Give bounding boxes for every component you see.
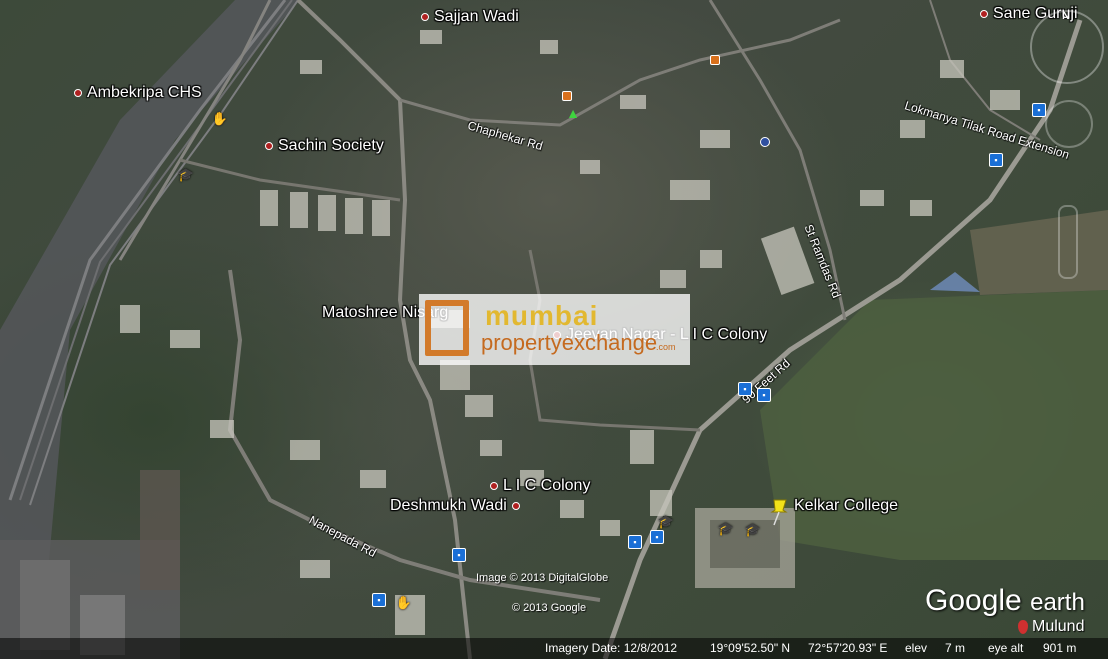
eye-alt-label: eye alt (988, 641, 1024, 655)
education-icon[interactable]: 🎓 (658, 514, 674, 529)
latitude-readout: 19°09'52.50" N (710, 641, 791, 655)
bus-stop-icon[interactable]: ▪ (1032, 103, 1046, 117)
bus-stop-icon[interactable]: ▪ (372, 593, 386, 607)
compass-north-label: N (1062, 10, 1070, 22)
bus-stop-icon[interactable]: ▪ (628, 535, 642, 549)
eye-alt-value: 901 m (1043, 641, 1077, 655)
google-earth-logo: Google earth (925, 584, 1085, 617)
bus-stop-icon[interactable]: ▪ (650, 530, 664, 544)
place-sajjan-wadi[interactable]: Sajjan Wadi (421, 8, 519, 26)
worship-icon[interactable] (760, 137, 770, 147)
place-marker-icon (980, 10, 988, 18)
location-marker-icon (1018, 620, 1028, 634)
bus-stop-icon[interactable]: ▪ (738, 382, 752, 396)
place-kelkar-college[interactable]: Kelkar College (794, 497, 898, 515)
imagery-date: Imagery Date: 12/8/2012 (545, 641, 678, 655)
location-mulund[interactable]: Mulund (1018, 618, 1084, 636)
logo-word-mumbai: mumbai (485, 300, 599, 331)
zoom-slider[interactable] (1058, 205, 1078, 279)
imagery-copyright: Image © 2013 DigitalGlobe (476, 572, 609, 584)
place-marker-icon (511, 502, 520, 510)
logo-word-com: .com (656, 342, 676, 352)
elevation-value: 7 m (945, 641, 966, 655)
park-icon[interactable]: ▲ (566, 105, 580, 121)
education-icon[interactable]: 🎓 (745, 522, 761, 537)
hand-icon[interactable]: ✋ (396, 595, 412, 610)
bus-stop-icon[interactable]: ▪ (452, 548, 466, 562)
pushpin-icon[interactable] (768, 498, 790, 526)
look-joystick-control[interactable] (1045, 100, 1093, 148)
place-deshmukh-wadi[interactable]: Deshmukh Wadi (390, 497, 520, 515)
hand-icon[interactable]: ✋ (212, 111, 228, 126)
longitude-readout: 72°57'20.93" E (808, 641, 888, 655)
compass-control[interactable]: N (1030, 10, 1104, 84)
place-marker-icon (490, 482, 498, 490)
place-sachin-society[interactable]: Sachin Society (265, 137, 384, 155)
watermark-logo: mumbai propertyexchange .com (419, 294, 690, 365)
bus-stop-icon[interactable]: ▪ (757, 388, 771, 402)
place-marker-icon (74, 89, 82, 97)
elevation-label: elev (905, 641, 928, 655)
logo-word-propertyexchange: propertyexchange (481, 330, 658, 355)
shop-icon[interactable] (562, 91, 572, 101)
satellite-map[interactable]: Sajjan Wadi Sane Guruji Ambekripa CHS Sa… (0, 0, 1108, 659)
shop-icon[interactable] (710, 55, 720, 65)
education-icon[interactable]: 🎓 (718, 521, 734, 536)
status-bar: Imagery Date: 12/8/2012 19°09'52.50" N 7… (0, 638, 1108, 659)
place-lic-colony[interactable]: L I C Colony (490, 477, 590, 495)
logo-square-icon (425, 300, 469, 356)
education-icon[interactable]: 🎓 (178, 167, 194, 182)
place-ambekripa-chs[interactable]: Ambekripa CHS (74, 84, 202, 102)
place-marker-icon (421, 13, 429, 21)
google-copyright: © 2013 Google (512, 602, 587, 614)
place-marker-icon (265, 142, 273, 150)
bus-stop-icon[interactable]: ▪ (989, 153, 1003, 167)
